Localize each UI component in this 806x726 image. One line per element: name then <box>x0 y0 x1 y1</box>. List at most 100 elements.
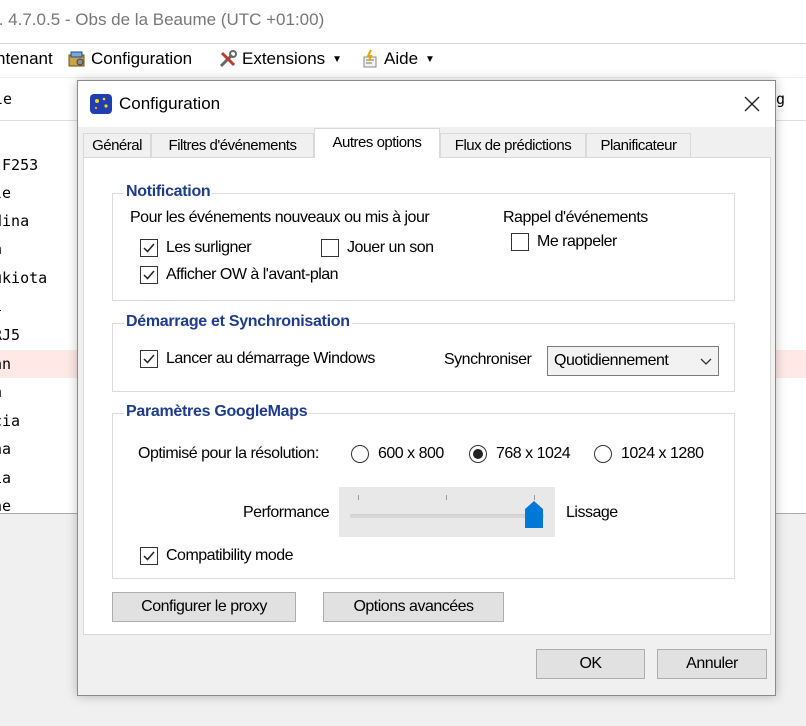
chevron-down-icon: ▼ <box>332 53 343 65</box>
checkbox-box <box>511 233 529 251</box>
list-item-text: ukiota <box>0 269 48 287</box>
ok-button[interactable]: OK <box>536 649 645 679</box>
trackbar-track <box>350 514 544 518</box>
close-button[interactable] <box>735 87 769 121</box>
list-item-text: cia <box>0 412 21 430</box>
checkmark-icon <box>143 270 155 280</box>
highlight-checkbox[interactable]: Les surligner <box>140 239 252 257</box>
tab-event-filters[interactable]: Filtres d'événements <box>151 133 314 157</box>
startup-sync-group-title: Démarrage et Synchronisation <box>124 313 352 331</box>
checkbox-box <box>140 547 158 565</box>
tab-scheduler[interactable]: Planificateur <box>586 133 691 157</box>
checkbox-box <box>140 239 158 257</box>
trackbar-tick <box>446 495 447 500</box>
tab-general[interactable]: Général <box>83 133 151 157</box>
notification-group-title: Notification <box>124 183 213 201</box>
advanced-options-button[interactable]: Options avancées <box>323 592 504 622</box>
configuration-dialog: Configuration Général Filtres d'événemen… <box>77 80 776 696</box>
checkbox-box <box>321 239 339 257</box>
sync-frequency-select[interactable]: Quotidiennement <box>547 346 719 376</box>
remind-me-checkbox[interactable]: Me rappeler <box>511 233 617 251</box>
quality-trackbar[interactable] <box>339 487 555 537</box>
configuration-icon <box>68 51 85 67</box>
checkmark-icon <box>143 551 155 561</box>
cancel-button[interactable]: Annuler <box>657 649 767 679</box>
tab-panel-other-options: Notification Pour les événements nouveau… <box>83 157 771 635</box>
list-item-text: ia <box>0 469 12 487</box>
app-logo-icon <box>90 94 112 114</box>
header-cell-left[interactable]: le <box>0 90 12 108</box>
tab-other-options[interactable]: Autres options <box>314 128 440 158</box>
tab-prediction-feeds[interactable]: Flux de prédictions <box>440 133 586 157</box>
menu-maintenant[interactable]: ntenant <box>0 49 53 69</box>
play-sound-checkbox[interactable]: Jouer un son <box>321 239 434 257</box>
dialog-title: Configuration <box>119 94 221 113</box>
startup-sync-group: Démarrage et Synchronisation Lancer au d… <box>112 313 735 392</box>
trackbar-tick <box>534 495 535 500</box>
launch-windows-checkbox[interactable]: Lancer au démarrage Windows <box>140 350 375 368</box>
checkbox-box <box>140 266 158 284</box>
resolution-label: Optimisé pour la résolution: <box>138 445 319 462</box>
sync-frequency-value: Quotidiennement <box>554 352 669 369</box>
resolution-1024x1280-label: 1024 x 1280 <box>621 445 704 462</box>
menu-extensions-label: Extensions <box>242 49 326 68</box>
list-item-text: JF253 <box>0 156 39 174</box>
smoothing-label: Lissage <box>566 504 618 521</box>
app-menubar: ntenant Configuration Extensions ▼ Aide … <box>0 44 806 77</box>
menu-configuration[interactable]: Configuration <box>67 49 192 69</box>
resolution-768x1024-label: 768 x 1024 <box>496 445 571 462</box>
tools-icon <box>219 50 237 68</box>
menu-extensions[interactable]: Extensions ▼ <box>218 49 342 69</box>
googlemaps-group: Paramètres GoogleMaps Optimisé pour la r… <box>112 403 735 579</box>
radio-circle <box>469 445 487 463</box>
sync-label: Synchroniser <box>444 351 532 368</box>
list-item-text: a <box>0 235 2 263</box>
trackbar-thumb[interactable] <box>525 501 543 528</box>
app-title: r. 4.7.0.5 - Obs de la Beaume (UTC +01:0… <box>0 10 325 29</box>
list-item-text: na <box>0 440 12 458</box>
list-item-text: dina <box>0 212 30 230</box>
checkmark-icon <box>143 243 155 253</box>
list-item-text: i <box>0 292 2 320</box>
menu-aide[interactable]: Aide ▼ <box>360 49 435 69</box>
launch-windows-label: Lancer au démarrage Windows <box>166 350 375 367</box>
checkbox-box <box>140 350 158 368</box>
list-item-text: a <box>0 378 2 406</box>
resolution-600x800-label: 600 x 800 <box>378 445 444 462</box>
dialog-titlebar: Configuration <box>78 81 775 127</box>
play-sound-label: Jouer un son <box>347 239 434 256</box>
resolution-600x800-radio[interactable]: 600 x 800 <box>351 445 444 463</box>
help-icon <box>363 49 377 68</box>
compat-mode-checkbox[interactable]: Compatibility mode <box>140 547 294 565</box>
menu-aide-label: Aide <box>384 49 419 68</box>
header-cell-right[interactable]: g <box>776 90 785 108</box>
show-ow-checkbox[interactable]: Afficher OW à l'avant-plan <box>140 266 339 284</box>
compat-mode-label: Compatibility mode <box>166 547 294 564</box>
list-item-text: an <box>0 355 12 373</box>
dialog-footer: OK Annuler <box>78 637 775 695</box>
reminder-title: Rappel d'événements <box>503 209 648 226</box>
list-item-text: ne <box>0 497 12 514</box>
resolution-1024x1280-radio[interactable]: 1024 x 1280 <box>594 445 704 463</box>
notification-subtitle: Pour les événements nouveaux ou mis à jo… <box>130 209 430 226</box>
highlight-label: Les surligner <box>166 239 252 256</box>
radio-circle <box>594 445 612 463</box>
resolution-768x1024-radio[interactable]: 768 x 1024 <box>469 445 571 463</box>
app-titlebar: r. 4.7.0.5 - Obs de la Beaume (UTC +01:0… <box>0 0 806 44</box>
menu-maintenant-label: ntenant <box>0 49 53 68</box>
notification-group: Notification Pour les événements nouveau… <box>112 183 735 301</box>
remind-me-label: Me rappeler <box>537 233 617 250</box>
chevron-down-icon <box>700 358 712 365</box>
chevron-down-icon: ▼ <box>425 53 435 65</box>
configure-proxy-button[interactable]: Configurer le proxy <box>112 592 296 622</box>
trackbar-tick <box>358 495 359 500</box>
radio-circle <box>351 445 369 463</box>
radio-dot <box>473 449 483 459</box>
googlemaps-group-title: Paramètres GoogleMaps <box>124 403 310 421</box>
list-item-text: RJ5 <box>0 326 21 344</box>
checkmark-icon <box>143 354 155 364</box>
show-ow-label: Afficher OW à l'avant-plan <box>166 266 339 283</box>
list-item-text: le <box>0 184 12 202</box>
performance-label: Performance <box>243 504 330 521</box>
close-icon <box>744 96 760 112</box>
